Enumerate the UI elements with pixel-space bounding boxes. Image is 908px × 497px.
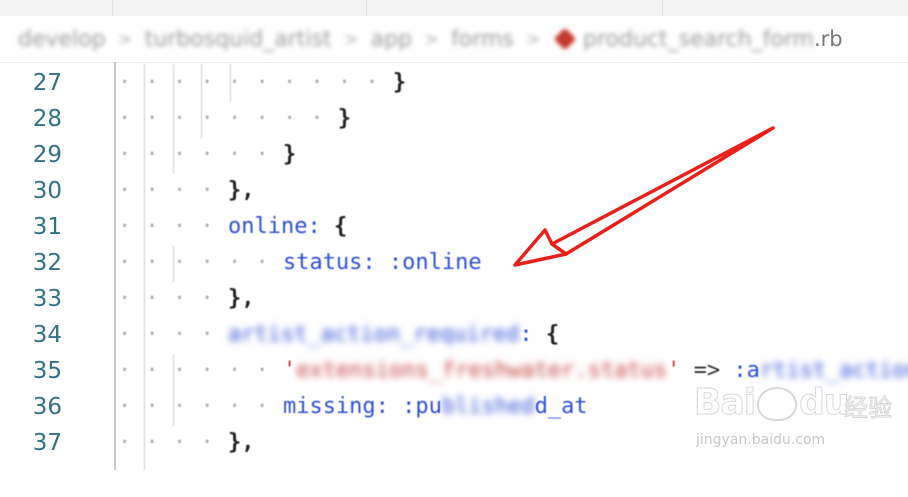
arrow-head	[513, 228, 568, 267]
arrow-shaft	[550, 126, 775, 256]
baidu-logo: Bai du	[693, 382, 849, 424]
paw-icon	[757, 387, 798, 421]
watermark-url: jingyan.baidu.com	[696, 432, 826, 448]
watermark-chinese-text: 经验	[844, 394, 893, 423]
baidu-watermark: Bai du 经验 jingyan.baidu.com	[693, 372, 908, 470]
